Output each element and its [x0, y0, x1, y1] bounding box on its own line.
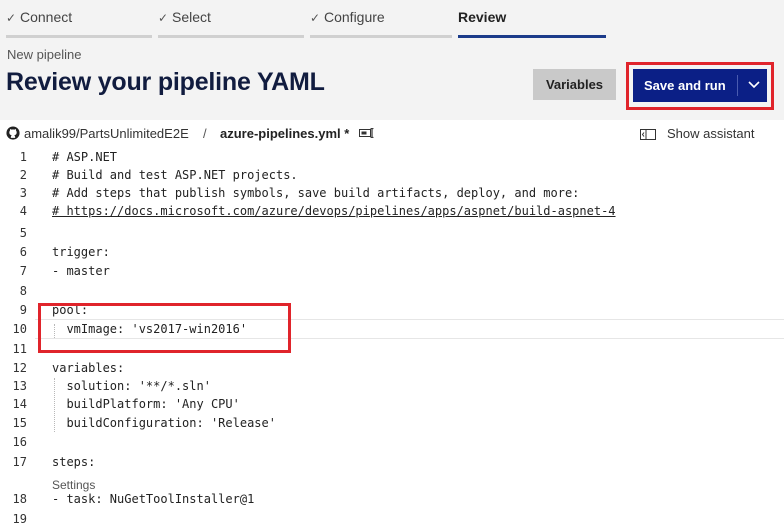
- code-text: buildConfiguration: 'Release': [52, 416, 276, 430]
- code-line: 12 variables:: [0, 361, 784, 379]
- github-icon: [6, 126, 20, 140]
- button-divider: [737, 75, 738, 96]
- line-number: 13: [12, 379, 27, 393]
- line-number: 9: [19, 303, 27, 317]
- code-line: 6 trigger:: [0, 245, 784, 263]
- code-text: solution: '**/*.sln': [52, 379, 211, 393]
- variables-button[interactable]: Variables: [533, 69, 616, 100]
- code-line: 2 # Build and test ASP.NET projects.: [0, 168, 784, 186]
- code-line: 13 solution: '**/*.sln': [0, 379, 784, 397]
- code-text: # Build and test ASP.NET projects.: [52, 168, 298, 182]
- file-path-bar: amalik99/PartsUnlimitedE2E / azure-pipel…: [0, 120, 784, 148]
- line-number: 17: [12, 455, 27, 469]
- code-link[interactable]: # https://docs.microsoft.com/azure/devop…: [52, 204, 616, 218]
- save-and-run-button[interactable]: Save and run: [633, 69, 767, 102]
- code-text: steps:: [52, 455, 96, 469]
- code-line: 8: [0, 284, 784, 302]
- code-text: - master: [52, 264, 110, 278]
- code-text: # Add steps that publish symbols, save b…: [52, 186, 580, 200]
- save-and-run-label: Save and run: [644, 78, 726, 93]
- wizard-step-progress-bar: [158, 35, 304, 38]
- code-line: 7 - master: [0, 264, 784, 282]
- wizard-step-select[interactable]: ✓ Select: [158, 0, 304, 38]
- chevron-down-icon[interactable]: [747, 77, 761, 91]
- show-assistant-icon[interactable]: [640, 129, 656, 140]
- page-title: Review your pipeline YAML: [6, 68, 325, 96]
- wizard-step-review[interactable]: Review: [458, 0, 606, 38]
- show-assistant-button[interactable]: Show assistant: [667, 126, 754, 141]
- wizard-step-progress-bar: [458, 35, 606, 38]
- line-number: 2: [19, 168, 27, 182]
- line-number: 6: [19, 245, 27, 259]
- line-number: 10: [12, 322, 27, 336]
- repository-name[interactable]: amalik99/PartsUnlimitedE2E: [24, 126, 189, 141]
- rename-icon[interactable]: [359, 128, 375, 138]
- wizard-step-progress-bar: [6, 35, 152, 38]
- line-number: 8: [19, 284, 27, 298]
- line-number: 19: [12, 512, 27, 526]
- line-number: 11: [12, 342, 27, 356]
- code-line: 14 buildPlatform: 'Any CPU': [0, 397, 784, 415]
- line-number: 14: [12, 397, 27, 411]
- line-number: 16: [12, 435, 27, 449]
- line-number: 3: [19, 186, 27, 200]
- code-line: 16: [0, 435, 784, 453]
- code-line: 18 - task: NuGetToolInstaller@1: [0, 492, 784, 510]
- code-text: # ASP.NET: [52, 150, 118, 164]
- task-settings-link[interactable]: Settings: [52, 478, 95, 492]
- path-separator: /: [203, 126, 207, 141]
- line-number: 1: [19, 150, 27, 164]
- wizard-step-progress-bar: [310, 35, 452, 38]
- line-number: 4: [19, 204, 27, 218]
- code-line: 19: [0, 512, 784, 530]
- code-line: 15 buildConfiguration: 'Release': [0, 416, 784, 434]
- code-line: 1 # ASP.NET: [0, 150, 784, 168]
- code-line: 17 steps:: [0, 455, 784, 473]
- checkmark-icon: ✓: [6, 11, 17, 25]
- wizard-step-connect[interactable]: ✓ Connect: [6, 0, 152, 38]
- yaml-editor[interactable]: 1 # ASP.NET 2 # Build and test ASP.NET p…: [0, 148, 784, 530]
- code-text: trigger:: [52, 245, 110, 259]
- pool-highlight-box: [38, 303, 291, 353]
- checkmark-icon: ✓: [158, 11, 169, 25]
- line-number: 15: [12, 416, 27, 430]
- wizard-steps: ✓ Connect ✓ Select ✓ Configure Review: [0, 0, 784, 40]
- code-text: - task: NuGetToolInstaller@1: [52, 492, 255, 506]
- code-text: buildPlatform: 'Any CPU': [52, 397, 240, 411]
- wizard-step-configure[interactable]: ✓ Configure: [310, 0, 452, 38]
- file-name[interactable]: azure-pipelines.yml *: [220, 126, 349, 141]
- code-line: 4 # https://docs.microsoft.com/azure/dev…: [0, 204, 784, 222]
- code-text: variables:: [52, 361, 125, 375]
- checkmark-icon: ✓: [310, 11, 321, 25]
- line-number: 18: [12, 492, 27, 506]
- line-number: 7: [19, 264, 27, 278]
- code-line: 3 # Add steps that publish symbols, save…: [0, 186, 784, 204]
- line-number: 12: [12, 361, 27, 375]
- line-number: 5: [19, 226, 27, 240]
- breadcrumb: New pipeline: [7, 47, 82, 62]
- code-line: 5: [0, 226, 784, 244]
